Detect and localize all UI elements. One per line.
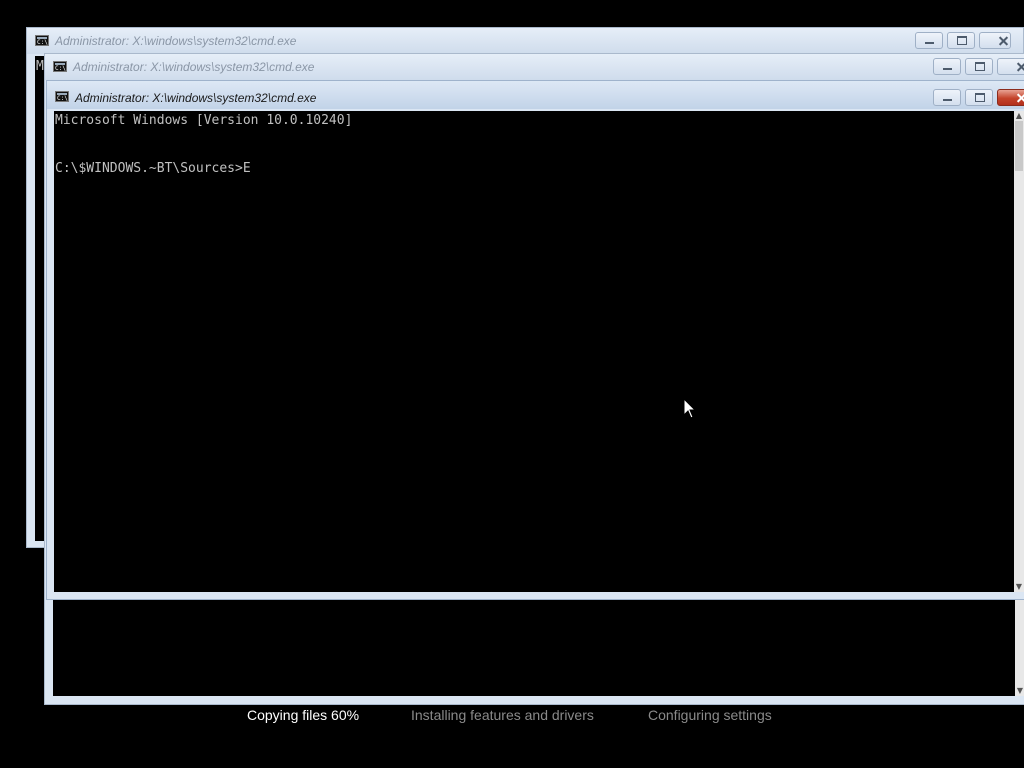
close-button[interactable] bbox=[997, 89, 1024, 106]
setup-step-current: Copying files 60% bbox=[247, 707, 360, 723]
console-area[interactable]: Microsoft Windows [Version 10.0.10240] C… bbox=[54, 111, 1014, 592]
maximize-icon bbox=[948, 33, 974, 48]
setup-progress: Copying files 60% Installing features an… bbox=[0, 700, 1024, 730]
scroll-down-icon[interactable]: ▼ bbox=[1014, 582, 1024, 592]
setup-step-pending: Installing features and drivers bbox=[411, 707, 594, 723]
window-title: Administrator: X:\windows\system32\cmd.e… bbox=[73, 60, 315, 74]
minimize-icon bbox=[934, 59, 960, 74]
close-button[interactable] bbox=[979, 32, 1011, 49]
console-prompt: C:\$WINDOWS.~BT\Sources>E bbox=[55, 161, 251, 176]
vertical-scrollbar[interactable]: ▲ ▼ bbox=[1014, 111, 1024, 592]
window-title: Administrator: X:\windows\system32\cmd.e… bbox=[55, 34, 297, 48]
cmd-app-icon bbox=[55, 91, 69, 102]
titlebar[interactable]: Administrator: X:\windows\system32\cmd.e… bbox=[45, 54, 1024, 80]
close-button[interactable] bbox=[997, 58, 1024, 75]
scroll-up-icon[interactable]: ▲ bbox=[1014, 111, 1024, 121]
close-icon bbox=[998, 90, 1024, 105]
minimize-button[interactable] bbox=[933, 89, 961, 106]
scrollbar-thumb[interactable] bbox=[1015, 121, 1023, 171]
close-icon bbox=[980, 33, 1010, 48]
maximize-button[interactable] bbox=[965, 58, 993, 75]
maximize-button[interactable] bbox=[965, 89, 993, 106]
minimize-icon bbox=[934, 90, 960, 105]
scroll-down-icon[interactable]: ▼ bbox=[1015, 686, 1024, 696]
minimize-icon bbox=[916, 33, 942, 48]
cmd-window-active[interactable]: Administrator: X:\windows\system32\cmd.e… bbox=[46, 80, 1024, 600]
mouse-pointer-icon bbox=[683, 398, 697, 419]
minimize-button[interactable] bbox=[933, 58, 961, 75]
maximize-icon bbox=[966, 90, 992, 105]
close-icon bbox=[998, 59, 1024, 74]
titlebar[interactable]: Administrator: X:\windows\system32\cmd.e… bbox=[27, 28, 1023, 54]
titlebar[interactable]: Administrator: X:\windows\system32\cmd.e… bbox=[47, 81, 1024, 109]
setup-step-pending: Configuring settings bbox=[648, 707, 772, 723]
maximize-button[interactable] bbox=[947, 32, 975, 49]
window-title: Administrator: X:\windows\system32\cmd.e… bbox=[75, 91, 317, 105]
minimize-button[interactable] bbox=[915, 32, 943, 49]
cmd-app-icon bbox=[35, 35, 49, 46]
console-line: M bbox=[36, 59, 44, 74]
maximize-icon bbox=[966, 59, 992, 74]
console-line: Microsoft Windows [Version 10.0.10240] bbox=[55, 113, 353, 128]
cmd-app-icon bbox=[53, 61, 67, 72]
